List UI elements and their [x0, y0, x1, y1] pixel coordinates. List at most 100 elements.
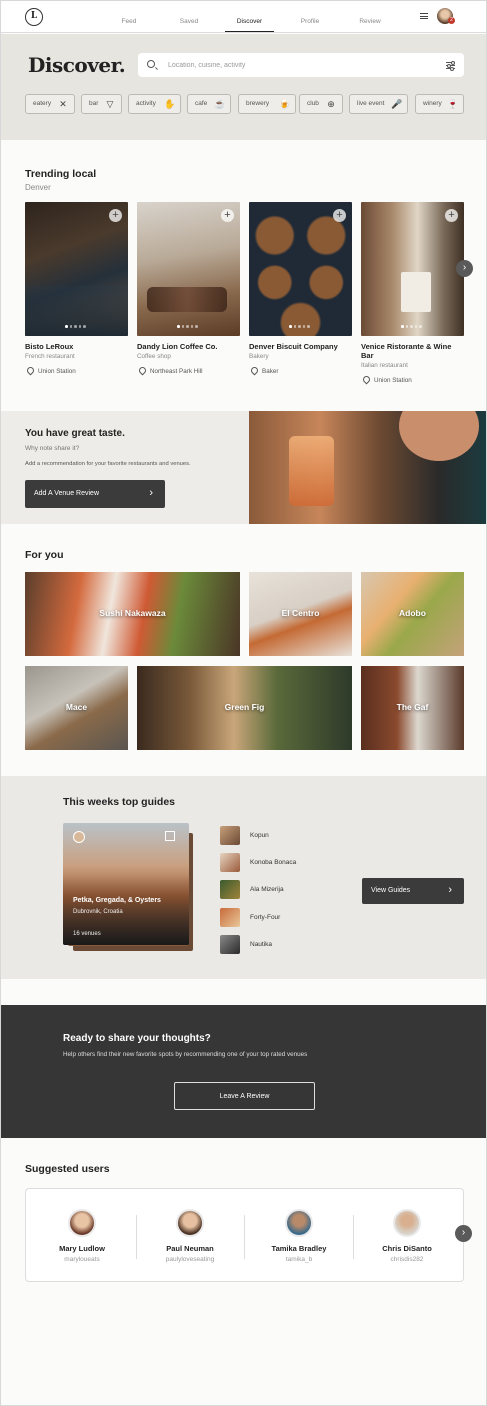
guide-author-avatar: [73, 831, 85, 843]
trending-next-button[interactable]: ›: [456, 260, 473, 277]
coffee-cup-icon: ☕: [214, 99, 226, 109]
guide-name: Petka, Gregada, & Oysters: [73, 897, 161, 904]
user-card[interactable]: Paul Neuman paulyloveseating: [136, 1207, 244, 1267]
venue-type: Italian restaurant: [361, 362, 408, 369]
add-venue-icon[interactable]: +: [445, 209, 458, 222]
app-logo[interactable]: L: [25, 8, 43, 26]
avatar[interactable]: [68, 1209, 96, 1237]
share-prompt-subtitle: Why note share it?: [25, 445, 80, 452]
guide-thumbnail: [220, 908, 240, 927]
venue-name[interactable]: Denver Biscuit Company: [249, 342, 353, 351]
for-you-tile[interactable]: El Centro: [249, 572, 352, 656]
location-pin-icon: [249, 365, 260, 376]
venue-location: Union Station: [25, 365, 76, 376]
fork-knife-icon: ✕: [59, 99, 67, 109]
share-prompt-title: You have great taste.: [25, 428, 125, 439]
carousel-dots: [289, 325, 313, 328]
venue-type: Bakery: [249, 353, 269, 360]
chevron-right-icon: ›: [149, 487, 153, 499]
suggested-users-title: Suggested users: [25, 1163, 110, 1175]
user-card[interactable]: Chris DiSanto chrisdis282: [353, 1207, 461, 1267]
trending-city: Denver: [25, 183, 51, 192]
guides-title: This weeks top guides: [63, 796, 176, 808]
location-pin-icon: [361, 374, 372, 385]
leave-review-button[interactable]: Leave A Review: [174, 1082, 315, 1110]
user-card[interactable]: Tamika Bradley tamika_b: [245, 1207, 353, 1267]
chip-brewery[interactable]: brewery 🍺: [238, 94, 296, 114]
avatar[interactable]: [393, 1209, 421, 1237]
add-venue-icon[interactable]: +: [109, 209, 122, 222]
notification-badge[interactable]: 2: [448, 17, 455, 24]
hand-icon: ✋: [164, 99, 176, 109]
menu-icon[interactable]: [420, 13, 428, 19]
leave-review-section: Ready to share your thoughts? Help other…: [1, 1005, 486, 1138]
tab-discover[interactable]: Discover: [225, 1, 274, 32]
carousel-dots: [177, 325, 201, 328]
venue-location: Union Station: [361, 374, 412, 385]
page-title: Discover.: [28, 53, 126, 77]
venue-image[interactable]: +: [137, 202, 240, 336]
leave-review-body: Help others find their new favorite spot…: [63, 1051, 308, 1058]
guide-thumbnail: [220, 826, 240, 845]
carousel-dots: [65, 325, 89, 328]
chip-club[interactable]: club ⊕: [299, 94, 343, 114]
search-input[interactable]: [168, 58, 428, 72]
view-guides-button[interactable]: View Guides ›: [362, 878, 464, 904]
map-icon[interactable]: [165, 831, 175, 841]
for-you-tile[interactable]: The Gaf: [361, 666, 464, 750]
tab-review[interactable]: Review: [353, 1, 387, 32]
chip-cafe[interactable]: cafe ☕: [187, 94, 231, 114]
discover-header: [1, 34, 486, 140]
carousel-dots: [401, 325, 425, 328]
venue-image[interactable]: +: [25, 202, 128, 336]
venue-name[interactable]: Bisto LeRoux: [25, 342, 129, 351]
for-you-tile[interactable]: Adobo: [361, 572, 464, 656]
venue-type: Coffee shop: [137, 353, 171, 360]
add-venue-icon[interactable]: +: [221, 209, 234, 222]
guide-thumbnail: [220, 935, 240, 954]
leave-review-title: Ready to share your thoughts?: [63, 1033, 211, 1044]
venue-image[interactable]: +: [249, 202, 352, 336]
guide-venue-count: 16 venues: [73, 931, 101, 937]
venue-name[interactable]: Venice Ristorante & Wine Bar: [361, 342, 465, 360]
guide-thumbnail: [220, 853, 240, 872]
cocktail-icon: ▽: [106, 99, 114, 109]
drink-photo: [249, 411, 486, 524]
microphone-icon: 🎤: [391, 99, 403, 109]
guide-location: Dubrovnik, Croatia: [73, 909, 123, 915]
venue-type: French restaurant: [25, 353, 75, 360]
globe-icon: ⊕: [327, 99, 335, 109]
users-next-button[interactable]: ›: [455, 1225, 472, 1242]
tab-saved[interactable]: Saved: [172, 1, 206, 32]
search-bar[interactable]: [138, 53, 464, 77]
venue-location: Baker: [249, 365, 278, 376]
tab-profile[interactable]: Profile: [294, 1, 326, 32]
share-prompt-body: Add a recommendation for your favorite r…: [25, 461, 191, 467]
user-card[interactable]: Mary Ludlow maryloueats: [28, 1207, 136, 1267]
filter-sliders-icon[interactable]: [446, 61, 455, 71]
venue-name[interactable]: Dandy Lion Coffee Co.: [137, 342, 241, 351]
search-icon: [147, 60, 155, 68]
tab-feed[interactable]: Feed: [114, 1, 144, 32]
venue-location: Northeast Park Hill: [137, 365, 203, 376]
chip-activity[interactable]: activity ✋: [128, 94, 181, 114]
for-you-tile[interactable]: Sushi Nakawaza: [25, 572, 240, 656]
chevron-right-icon: ›: [448, 884, 452, 896]
chip-eatery[interactable]: eatery ✕: [25, 94, 75, 114]
wine-glass-icon: 🍷: [447, 99, 459, 109]
top-nav: L Feed Saved Discover Profile Review 2: [1, 1, 486, 33]
for-you-title: For you: [25, 549, 64, 561]
chip-bar[interactable]: bar ▽: [81, 94, 122, 114]
avatar[interactable]: [285, 1209, 313, 1237]
featured-guide-card[interactable]: Petka, Gregada, & Oysters Dubrovnik, Cro…: [63, 823, 193, 951]
share-prompt: You have great taste. Why note share it?…: [1, 411, 249, 524]
for-you-tile[interactable]: Mace: [25, 666, 128, 750]
for-you-tile[interactable]: Green Fig: [137, 666, 352, 750]
chip-winery[interactable]: winery 🍷: [415, 94, 464, 114]
avatar[interactable]: [176, 1209, 204, 1237]
add-venue-review-button[interactable]: Add A Venue Review ›: [25, 480, 165, 508]
venue-image[interactable]: +: [361, 202, 464, 336]
trending-title: Trending local: [25, 168, 97, 180]
chip-live-event[interactable]: live event 🎤: [349, 94, 408, 114]
add-venue-icon[interactable]: +: [333, 209, 346, 222]
